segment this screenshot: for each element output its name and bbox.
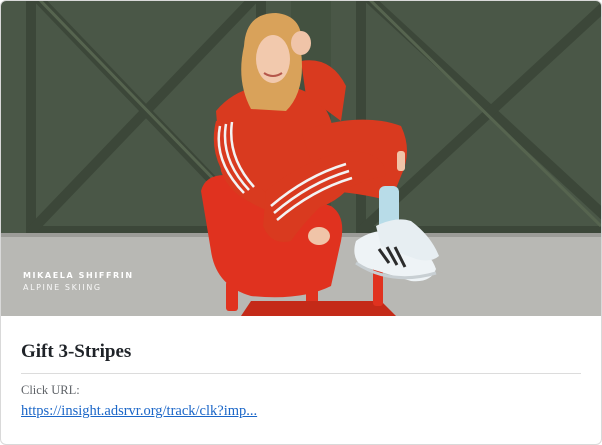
ad-title: Gift 3-Stripes (21, 331, 581, 374)
click-url-link[interactable]: https://insight.adsrvr.org/track/clk?imp… (21, 402, 257, 420)
ad-details: Gift 3-Stripes Click URL: https://insigh… (21, 331, 581, 420)
click-url-label: Click URL: (21, 383, 80, 397)
caption-sport: ALPINE SKIING (23, 283, 102, 292)
ad-photo (1, 1, 601, 316)
ad-image[interactable]: MIKAELA SHIFFRIN ALPINE SKIING (1, 1, 601, 316)
caption-athlete-name: MIKAELA SHIFFRIN (23, 271, 134, 280)
image-caption: MIKAELA SHIFFRIN ALPINE SKIING (23, 270, 134, 294)
ad-preview-card: MIKAELA SHIFFRIN ALPINE SKIING Gift 3-St… (0, 0, 602, 445)
